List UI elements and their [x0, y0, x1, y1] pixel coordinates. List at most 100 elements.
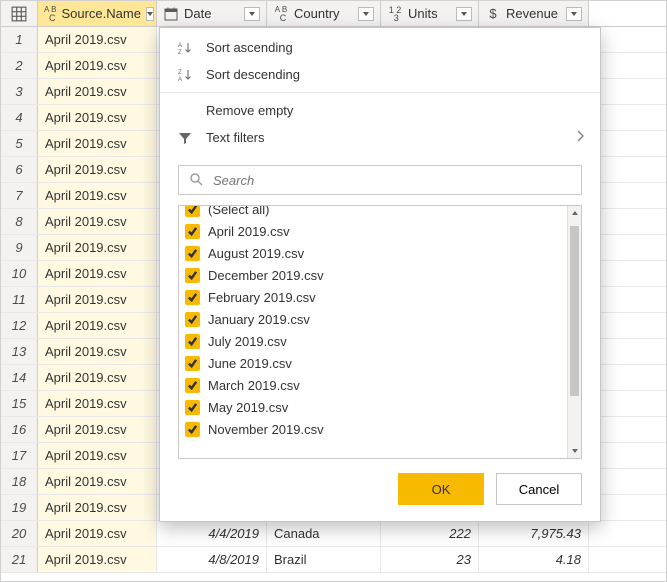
- chevron-down-icon: [363, 12, 369, 16]
- filter-value-item[interactable]: February 2019.csv: [185, 286, 561, 308]
- ok-button[interactable]: OK: [398, 473, 484, 505]
- checkbox-checked-icon[interactable]: [185, 268, 200, 283]
- checkbox-checked-icon[interactable]: [185, 312, 200, 327]
- cell-country[interactable]: Canada: [267, 521, 381, 546]
- column-header-country[interactable]: A B C Country: [267, 1, 381, 26]
- column-header-date[interactable]: Date: [157, 1, 267, 26]
- checkbox-checked-icon[interactable]: [185, 290, 200, 305]
- column-filter-button[interactable]: [244, 7, 260, 21]
- sort-ascending[interactable]: AZ Sort ascending: [160, 34, 600, 61]
- cell-source-name[interactable]: April 2019.csv: [38, 157, 157, 182]
- table-row[interactable]: 20April 2019.csv4/4/2019Canada2227,975.4…: [1, 521, 666, 547]
- row-number[interactable]: 15: [1, 391, 38, 416]
- cell-source-name[interactable]: April 2019.csv: [38, 547, 157, 572]
- cell-source-name[interactable]: April 2019.csv: [38, 53, 157, 78]
- row-number[interactable]: 9: [1, 235, 38, 260]
- checkbox-checked-icon[interactable]: [185, 334, 200, 349]
- filter-value-label: April 2019.csv: [208, 224, 290, 239]
- search-input[interactable]: [211, 172, 571, 189]
- column-header-source-name[interactable]: A B C Source.Name: [38, 1, 157, 26]
- checkbox-checked-icon[interactable]: [185, 224, 200, 239]
- cell-country[interactable]: Brazil: [267, 547, 381, 572]
- row-number[interactable]: 18: [1, 469, 38, 494]
- scrollbar-thumb[interactable]: [570, 226, 579, 396]
- column-filter-button[interactable]: [456, 7, 472, 21]
- column-filter-button[interactable]: [358, 7, 374, 21]
- text-type-icon: A B C: [273, 6, 289, 22]
- table-corner[interactable]: [1, 1, 38, 26]
- cell-source-name[interactable]: April 2019.csv: [38, 521, 157, 546]
- row-number[interactable]: 10: [1, 261, 38, 286]
- row-number[interactable]: 13: [1, 339, 38, 364]
- checkbox-checked-icon[interactable]: [185, 356, 200, 371]
- row-number[interactable]: 4: [1, 105, 38, 130]
- cell-date[interactable]: 4/8/2019: [157, 547, 267, 572]
- cell-source-name[interactable]: April 2019.csv: [38, 443, 157, 468]
- scroll-up-icon[interactable]: [568, 206, 581, 220]
- cell-source-name[interactable]: April 2019.csv: [38, 287, 157, 312]
- cell-date[interactable]: 4/4/2019: [157, 521, 267, 546]
- sort-descending[interactable]: ZA Sort descending: [160, 61, 600, 88]
- checkbox-checked-icon[interactable]: [185, 378, 200, 393]
- scrollbar[interactable]: [567, 206, 581, 458]
- table-row[interactable]: 21April 2019.csv4/8/2019Brazil234.18: [1, 547, 666, 573]
- row-number[interactable]: 7: [1, 183, 38, 208]
- cell-source-name[interactable]: April 2019.csv: [38, 209, 157, 234]
- row-number[interactable]: 21: [1, 547, 38, 572]
- row-number[interactable]: 3: [1, 79, 38, 104]
- row-number[interactable]: 5: [1, 131, 38, 156]
- row-number[interactable]: 16: [1, 417, 38, 442]
- search-box[interactable]: [178, 165, 582, 195]
- filter-value-item[interactable]: July 2019.csv: [185, 330, 561, 352]
- cell-source-name[interactable]: April 2019.csv: [38, 79, 157, 104]
- cell-units[interactable]: 222: [381, 521, 479, 546]
- checkbox-checked-icon[interactable]: [185, 246, 200, 261]
- cell-revenue[interactable]: 4.18: [479, 547, 589, 572]
- checkbox-checked-icon[interactable]: [185, 400, 200, 415]
- filter-value-item[interactable]: December 2019.csv: [185, 264, 561, 286]
- cell-revenue[interactable]: 7,975.43: [479, 521, 589, 546]
- filter-value-select-all[interactable]: (Select all): [185, 206, 561, 220]
- row-number[interactable]: 1: [1, 27, 38, 52]
- cell-source-name[interactable]: April 2019.csv: [38, 339, 157, 364]
- scroll-down-icon[interactable]: [568, 444, 581, 458]
- row-number[interactable]: 11: [1, 287, 38, 312]
- checkbox-checked-icon[interactable]: [185, 422, 200, 437]
- row-number[interactable]: 20: [1, 521, 38, 546]
- column-filter-button[interactable]: [566, 7, 582, 21]
- row-number[interactable]: 14: [1, 365, 38, 390]
- filter-value-item[interactable]: May 2019.csv: [185, 396, 561, 418]
- cell-source-name[interactable]: April 2019.csv: [38, 105, 157, 130]
- column-filter-button[interactable]: [146, 7, 154, 21]
- remove-empty[interactable]: Remove empty: [160, 97, 600, 124]
- cell-source-name[interactable]: April 2019.csv: [38, 235, 157, 260]
- cell-source-name[interactable]: April 2019.csv: [38, 391, 157, 416]
- filter-value-item[interactable]: August 2019.csv: [185, 242, 561, 264]
- cancel-button[interactable]: Cancel: [496, 473, 582, 505]
- cell-source-name[interactable]: April 2019.csv: [38, 261, 157, 286]
- row-number[interactable]: 17: [1, 443, 38, 468]
- filter-value-item[interactable]: June 2019.csv: [185, 352, 561, 374]
- cell-source-name[interactable]: April 2019.csv: [38, 495, 157, 520]
- row-number[interactable]: 2: [1, 53, 38, 78]
- column-header-revenue[interactable]: $ Revenue: [479, 1, 589, 26]
- cell-source-name[interactable]: April 2019.csv: [38, 131, 157, 156]
- row-number[interactable]: 8: [1, 209, 38, 234]
- text-filters[interactable]: Text filters: [160, 124, 600, 151]
- cell-source-name[interactable]: April 2019.csv: [38, 183, 157, 208]
- filter-value-item[interactable]: March 2019.csv: [185, 374, 561, 396]
- cell-source-name[interactable]: April 2019.csv: [38, 417, 157, 442]
- checkbox-checked-icon[interactable]: [185, 206, 200, 217]
- row-number[interactable]: 19: [1, 495, 38, 520]
- filter-value-item[interactable]: January 2019.csv: [185, 308, 561, 330]
- cell-source-name[interactable]: April 2019.csv: [38, 27, 157, 52]
- column-header-units[interactable]: 1 2 3 Units: [381, 1, 479, 26]
- filter-value-item[interactable]: November 2019.csv: [185, 418, 561, 440]
- cell-source-name[interactable]: April 2019.csv: [38, 313, 157, 338]
- filter-value-item[interactable]: April 2019.csv: [185, 220, 561, 242]
- cell-source-name[interactable]: April 2019.csv: [38, 365, 157, 390]
- row-number[interactable]: 6: [1, 157, 38, 182]
- row-number[interactable]: 12: [1, 313, 38, 338]
- cell-units[interactable]: 23: [381, 547, 479, 572]
- cell-source-name[interactable]: April 2019.csv: [38, 469, 157, 494]
